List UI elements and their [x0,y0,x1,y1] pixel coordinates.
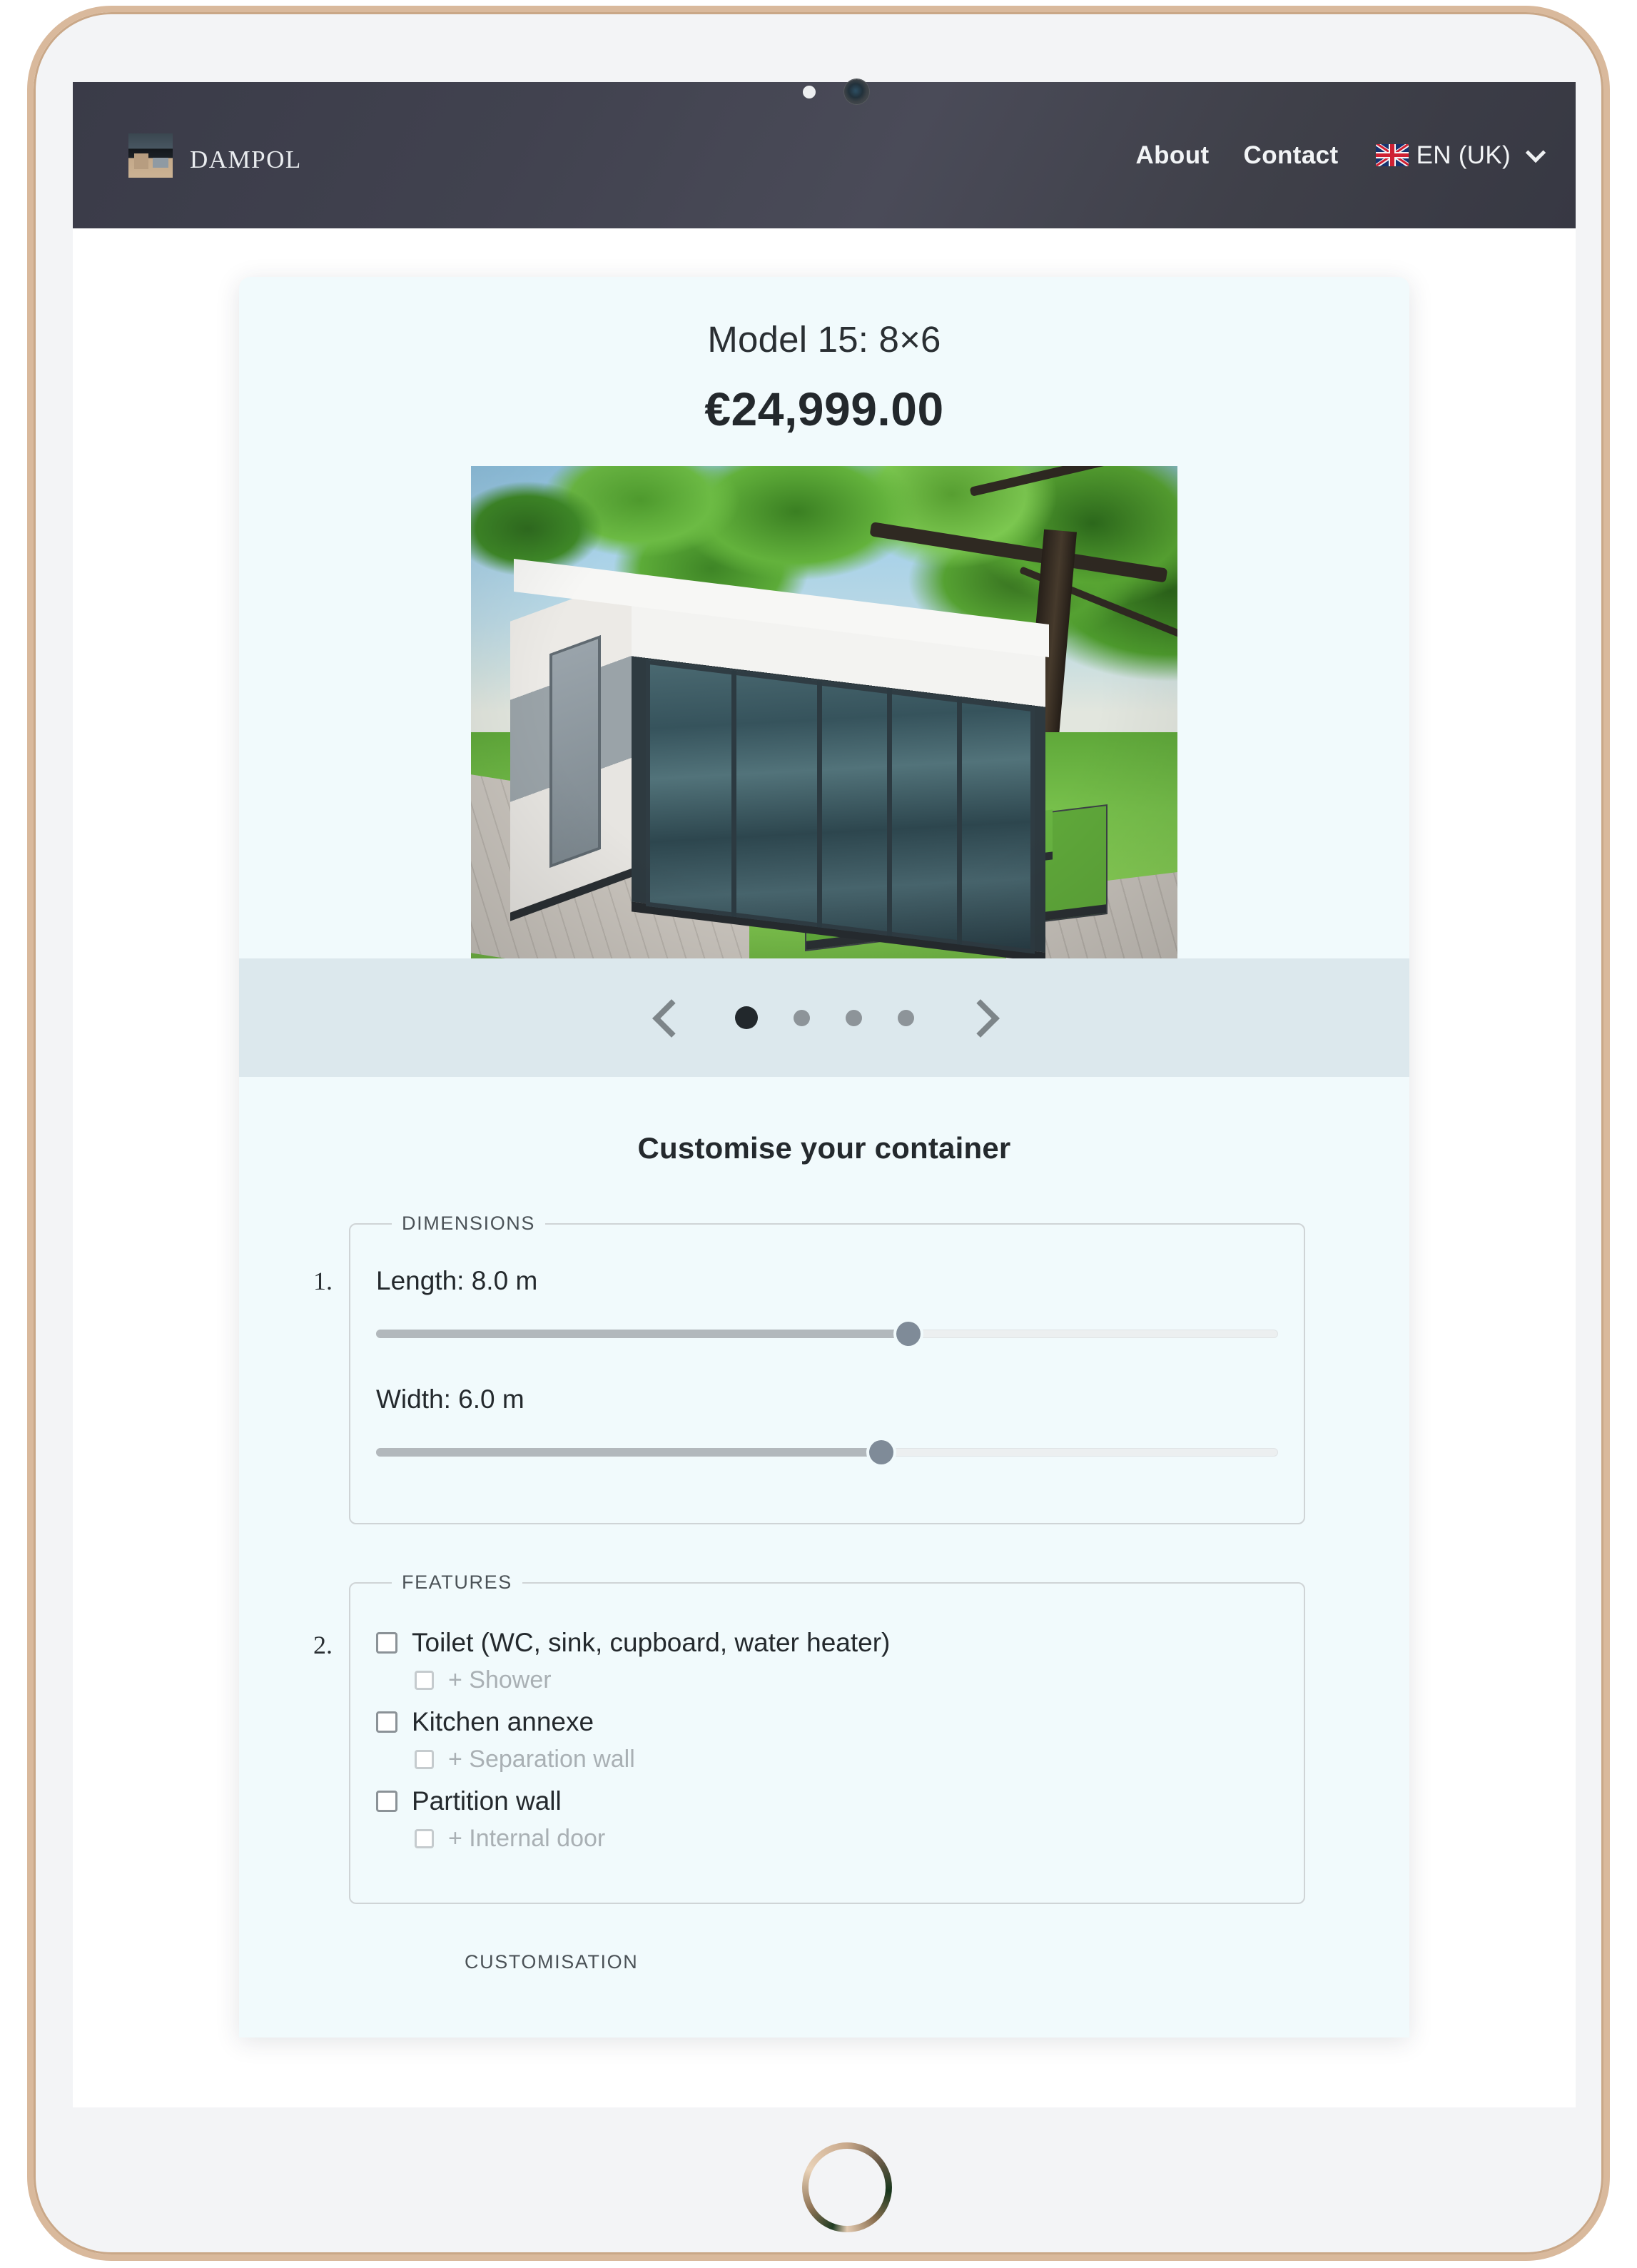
step-dimensions: DIMENSIONS Length: 8.0 m [339,1213,1409,1524]
width-slider[interactable] [376,1440,1278,1464]
dampol-logo-icon [128,133,173,178]
carousel-dot-3[interactable] [845,1009,862,1026]
checkbox-row-kitchen-annexe[interactable]: Kitchen annexe [376,1694,1278,1737]
checkbox-label-kitchen-annexe: Kitchen annexe [412,1707,594,1736]
carousel-dot-1[interactable] [734,1006,758,1029]
chevron-down-icon [1525,142,1546,163]
carousel-controls [239,958,1409,1077]
customise-heading: Customise your container [637,1131,1011,1165]
length-slider[interactable] [376,1322,1278,1346]
length-slider-row: Length: 8.0 m [376,1256,1278,1346]
main-nav: About Contact EN (UK) [1118,141,1546,170]
uk-flag-icon [1375,144,1409,166]
product-price: €24,999.00 [704,383,944,435]
brand[interactable]: Dampol [128,133,302,178]
product-card: Model 15: 8×6 €24,999.00 Customise your … [239,277,1409,2037]
width-slider-row: Width: 6.0 m [376,1375,1278,1464]
camera-lens-icon [844,79,869,104]
photo-vignette [471,466,1177,958]
chevron-right-icon[interactable] [958,995,1004,1041]
product-photo[interactable] [471,466,1177,958]
slider-thumb[interactable] [896,1322,921,1346]
carousel-dot-2[interactable] [793,1009,810,1026]
step-features: FEATURES Toilet (WC, sink, cupboard, wat… [339,1571,1409,1904]
brand-name: Dampol [190,135,302,176]
dimensions-fieldset: DIMENSIONS Length: 8.0 m [349,1213,1305,1524]
checkbox-row-toilet[interactable]: Toilet (WC, sink, cupboard, water heater… [376,1615,1278,1658]
customisation-legend: CUSTOMISATION [465,1951,639,1973]
checkbox-internal-door[interactable] [415,1829,434,1848]
checkbox-shower[interactable] [415,1671,434,1690]
checkbox-label-shower: + Shower [448,1666,552,1694]
dimensions-legend: DIMENSIONS [402,1213,536,1234]
checkbox-toilet[interactable] [376,1632,397,1654]
checkbox-row-partition-wall[interactable]: Partition wall [376,1773,1278,1816]
browser-viewport: Dampol About Contact EN (UK) Model 15: 8… [73,82,1576,2107]
features-fieldset: FEATURES Toilet (WC, sink, cupboard, wat… [349,1571,1305,1904]
checkbox-row-separation-wall[interactable]: + Separation wall [376,1737,1278,1773]
checkbox-label-separation-wall: + Separation wall [448,1746,635,1773]
customiser-steps: DIMENSIONS Length: 8.0 m [339,1213,1409,1904]
carousel-dot-4[interactable] [897,1009,914,1026]
checkbox-label-partition-wall: Partition wall [412,1786,562,1816]
nav-link-contact[interactable]: Contact [1227,141,1356,170]
length-label: Length: 8.0 m [376,1266,538,1295]
checkbox-kitchen-annexe[interactable] [376,1711,397,1733]
carousel-dots [734,1006,914,1029]
language-switcher[interactable]: EN (UK) [1356,141,1546,170]
checkbox-partition-wall[interactable] [376,1791,397,1812]
tablet-device: Dampol About Contact EN (UK) Model 15: 8… [27,6,1610,2261]
slider-thumb[interactable] [868,1440,893,1464]
sensor-row [34,78,1603,106]
ambient-light-sensor-icon [803,86,816,98]
checkbox-row-internal-door[interactable]: + Internal door [376,1816,1278,1853]
language-label: EN (UK) [1416,141,1511,169]
home-button[interactable] [802,2142,892,2232]
slider-fill [376,1448,881,1457]
chevron-left-icon[interactable] [645,995,691,1041]
slider-fill [376,1330,908,1338]
checkbox-label-internal-door: + Internal door [448,1825,606,1852]
features-legend: FEATURES [402,1571,512,1593]
product-title: Model 15: 8×6 [707,319,941,360]
nav-link-about[interactable]: About [1118,141,1226,170]
width-label: Width: 6.0 m [376,1384,524,1414]
checkbox-label-toilet: Toilet (WC, sink, cupboard, water heater… [412,1628,891,1657]
page-body: Model 15: 8×6 €24,999.00 Customise your … [73,228,1576,2107]
checkbox-separation-wall[interactable] [415,1750,434,1769]
customiser: Customise your container DIMENSIONS Leng… [239,1077,1409,2037]
checkbox-row-shower[interactable]: + Shower [376,1658,1278,1694]
